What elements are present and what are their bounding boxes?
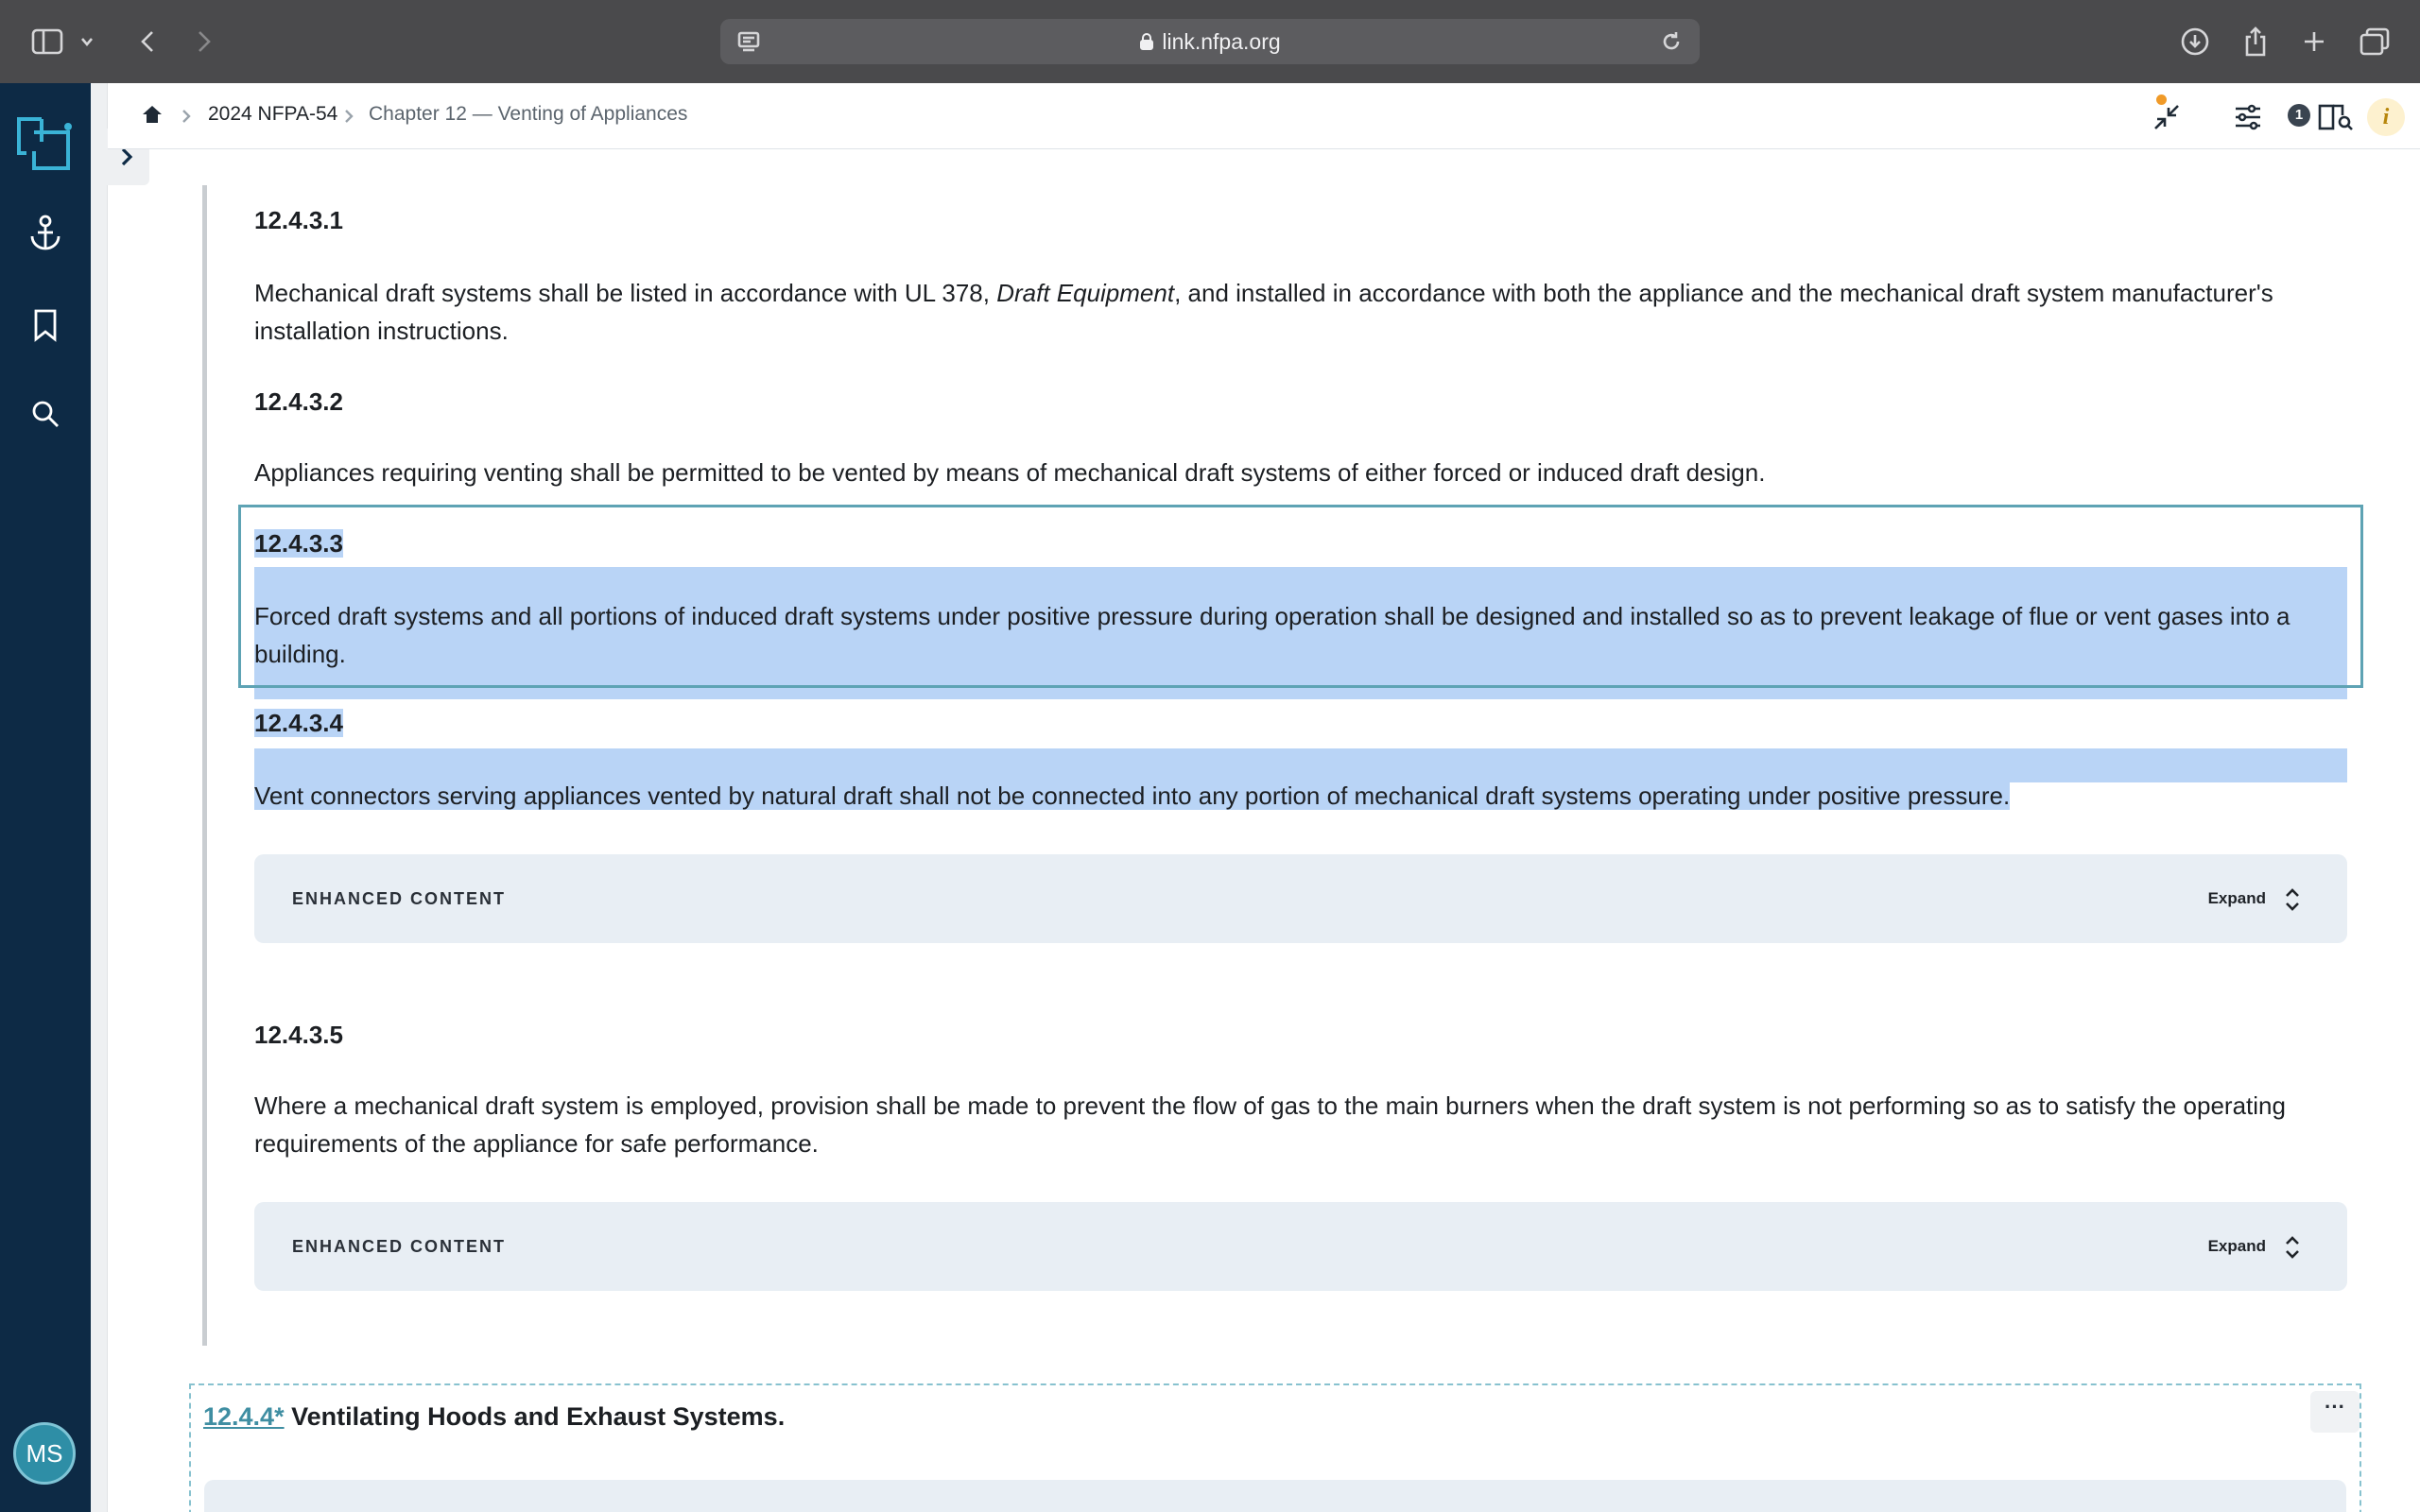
address-bar[interactable]: link.nfpa.org [720, 19, 1700, 64]
app-logo-icon[interactable] [13, 112, 76, 174]
notification-dot [2156, 94, 2167, 105]
expand-chevron-icon[interactable] [2283, 1235, 2302, 1260]
more-options-button[interactable]: ··· [2310, 1391, 2360, 1433]
enhanced-content-label: ENHANCED CONTENT [292, 1237, 507, 1256]
enhanced-content-panel[interactable]: ENHANCED CONTENT Expand [254, 854, 2347, 943]
toc-panel-collapsed [91, 83, 108, 1512]
section-number: 12.4.3.4 [254, 709, 343, 738]
search-icon[interactable] [25, 393, 66, 435]
section-number: 12.4.3.3 [254, 529, 343, 558]
section-link[interactable]: 12.4.4* [203, 1402, 285, 1431]
share-icon[interactable] [2237, 23, 2274, 60]
lock-icon [1139, 21, 1154, 66]
forward-icon[interactable] [185, 23, 223, 60]
anchor-icon[interactable] [25, 212, 66, 253]
compare-icon[interactable] [2314, 96, 2356, 138]
selected-text: Vent connectors serving appliances vente… [254, 782, 2011, 810]
avatar[interactable]: MS [13, 1422, 76, 1485]
next-section-content-box [204, 1480, 2346, 1512]
url-text: link.nfpa.org [1162, 29, 1281, 54]
chevron-down-icon[interactable] [76, 23, 98, 60]
section-text: Forced draft systems and all portions of… [254, 597, 2343, 673]
compare-count-badge: 1 [2288, 104, 2310, 127]
section-text: Appliances requiring venting shall be pe… [254, 458, 1766, 487]
tabs-overview-icon[interactable] [2356, 23, 2394, 60]
back-icon[interactable] [129, 23, 166, 60]
home-icon[interactable] [140, 102, 164, 127]
bookmark-icon[interactable] [25, 304, 66, 346]
browser-toolbar: link.nfpa.org [0, 0, 2420, 83]
section-text: Where a mechanical draft system is emplo… [254, 1091, 2286, 1158]
section-number: 12.4.3.5 [254, 1021, 343, 1049]
section-number: 12.4.3.2 [254, 387, 343, 416]
expand-button[interactable]: Expand [2208, 854, 2266, 943]
sidebar-icon[interactable] [28, 23, 66, 60]
selected-text: Forced draft systems and all portions of… [254, 602, 2290, 668]
selected-text: 12.4.3.3 [254, 529, 343, 558]
section-text-part: Mechanical draft systems shall be listed… [254, 279, 997, 307]
info-icon[interactable]: i [2367, 98, 2405, 136]
breadcrumb-item-chapter[interactable]: Chapter 12 — Venting of Appliances [369, 83, 687, 149]
reload-icon[interactable] [1652, 23, 1690, 60]
expand-button[interactable]: Expand [2208, 1202, 2266, 1291]
standard-title: Draft Equipment [996, 279, 1175, 307]
enhanced-content-panel[interactable]: ENHANCED CONTENT Expand [254, 1202, 2347, 1291]
section-indent-bar [202, 185, 207, 1346]
section-number: 12.4.3.1 [254, 206, 343, 234]
expand-chevron-icon[interactable] [2283, 887, 2302, 912]
chevron-right-icon [180, 108, 193, 125]
new-tab-icon[interactable] [2295, 23, 2333, 60]
section-heading: Ventilating Hoods and Exhaust Systems. [284, 1402, 786, 1431]
app-sidebar [0, 83, 91, 1512]
selected-text: 12.4.3.4 [254, 709, 343, 737]
collapse-icon[interactable] [2148, 96, 2186, 138]
chevron-right-icon [342, 108, 355, 125]
download-icon[interactable] [2176, 23, 2214, 60]
section-text: Mechanical draft systems shall be listed… [254, 274, 2343, 350]
filter-icon[interactable] [2229, 96, 2267, 138]
url-display[interactable]: link.nfpa.org [720, 19, 1700, 64]
breadcrumb: 2024 NFPA-54 Chapter 12 — Venting of App… [108, 83, 2420, 149]
enhanced-content-label: ENHANCED CONTENT [292, 889, 507, 908]
next-section-title: 12.4.4* Ventilating Hoods and Exhaust Sy… [203, 1402, 785, 1432]
section-text: Vent connectors serving appliances vente… [254, 777, 2343, 815]
breadcrumb-item-standard[interactable]: 2024 NFPA-54 [208, 83, 337, 149]
